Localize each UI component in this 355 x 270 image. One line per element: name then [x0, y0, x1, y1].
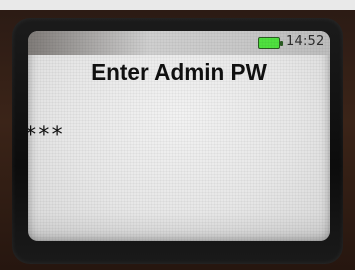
photo-background: 14:52 Enter Admin PW *** — [0, 0, 355, 270]
battery-icon — [258, 37, 283, 49]
status-bar: 14:52 — [28, 31, 330, 55]
page-title: Enter Admin PW — [91, 59, 267, 85]
admin-password-field[interactable]: *** — [28, 123, 64, 148]
screen-shading — [28, 213, 330, 241]
status-time: 14:52 — [286, 34, 325, 49]
device-screen: 14:52 Enter Admin PW *** — [28, 31, 330, 241]
